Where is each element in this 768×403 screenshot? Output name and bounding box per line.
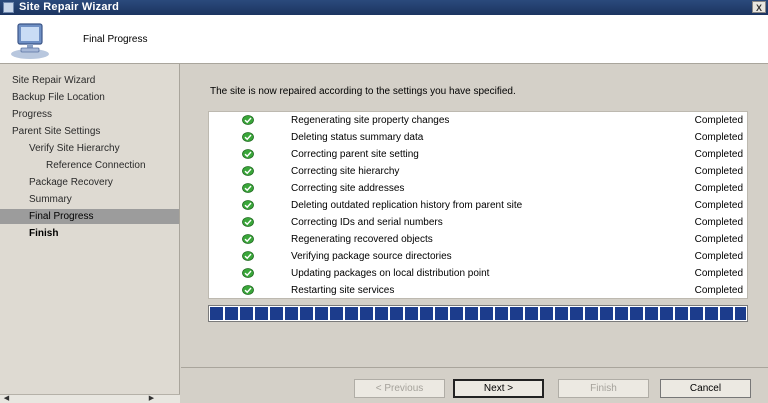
completed-check-icon (242, 166, 254, 176)
task-row: Updating packages on local distribution … (209, 266, 747, 283)
completed-check-icon (242, 183, 254, 193)
task-row: Correcting IDs and serial numbers Complet… (209, 215, 747, 232)
scroll-right-arrow-icon[interactable]: ▶ (147, 395, 156, 403)
completed-check-icon (242, 115, 254, 125)
task-row: Correcting parent site setting Completed (209, 147, 747, 164)
nav-item-parent-site-settings: Parent Site Settings (12, 126, 101, 137)
task-row: Restarting site services Completed (209, 283, 747, 300)
task-name: Correcting parent site setting (291, 149, 419, 160)
task-status: Completed (694, 285, 743, 296)
task-status: Completed (694, 268, 743, 279)
nav-item-finish: Finish (29, 228, 59, 239)
task-row: Deleting status summary data Completed (209, 130, 747, 147)
nav-item-package-recovery: Package Recovery (29, 177, 113, 188)
completed-check-icon (242, 251, 254, 261)
nav-item-final-progress: Final Progress (0, 209, 179, 224)
wizard-steps-nav: Site Repair Wizard Backup File Location … (0, 64, 180, 403)
task-name: Regenerating recovered objects (291, 234, 433, 245)
task-row: Regenerating recovered objects Completed (209, 232, 747, 249)
sidebar-horizontal-scrollbar[interactable]: ◀ ▶ (0, 394, 180, 403)
task-status: Completed (694, 115, 743, 126)
completed-check-icon (242, 234, 254, 244)
task-status: Completed (694, 234, 743, 245)
task-name: Verifying package source directories (291, 251, 452, 262)
task-status: Completed (694, 166, 743, 177)
task-name: Restarting site services (291, 285, 395, 296)
nav-item-backup-file-location: Backup File Location (12, 92, 105, 103)
window-title: Site Repair Wizard (19, 1, 120, 13)
task-row: Deleting outdated replication history fr… (209, 198, 747, 215)
task-row: Regenerating site property changes Comple… (209, 113, 747, 130)
task-row: Correcting site addresses Completed (209, 181, 747, 198)
scroll-left-arrow-icon[interactable]: ◀ (2, 395, 11, 403)
task-status: Completed (694, 200, 743, 211)
task-name: Deleting status summary data (291, 132, 424, 143)
completed-check-icon (242, 217, 254, 227)
finish-button[interactable]: Finish (558, 379, 649, 398)
computer-icon (11, 23, 49, 59)
progress-bar (208, 305, 748, 322)
task-name: Regenerating site property changes (291, 115, 450, 126)
task-row: Correcting site hierarchy Completed (209, 164, 747, 181)
task-status: Completed (694, 251, 743, 262)
main-content: The site is now repaired according to th… (181, 64, 768, 367)
task-list: Regenerating site property changes Comple… (208, 111, 748, 299)
task-row: Verifying package source directories Comp… (209, 249, 747, 266)
task-status: Completed (694, 217, 743, 228)
app-icon (3, 2, 14, 13)
wizard-footer: < Previous Next > Finish Cancel (181, 367, 768, 403)
task-status: Completed (694, 149, 743, 160)
completed-check-icon (242, 268, 254, 278)
completed-check-icon (242, 200, 254, 210)
task-name: Correcting site hierarchy (291, 166, 400, 177)
task-name: Updating packages on local distribution … (291, 268, 490, 279)
completed-check-icon (242, 149, 254, 159)
cancel-button[interactable]: Cancel (660, 379, 751, 398)
task-status: Completed (694, 183, 743, 194)
completed-check-icon (242, 132, 254, 142)
next-button[interactable]: Next > (453, 379, 544, 398)
completion-message: The site is now repaired according to th… (210, 86, 516, 97)
progress-bar-fill (210, 307, 746, 320)
close-button[interactable]: X (752, 1, 766, 13)
nav-item-summary: Summary (29, 194, 72, 205)
task-name: Deleting outdated replication history fr… (291, 200, 523, 211)
nav-item-site-repair-wizard: Site Repair Wizard (12, 75, 96, 86)
nav-item-progress: Progress (12, 109, 53, 120)
wizard-header: Final Progress (0, 15, 768, 64)
completed-check-icon (242, 285, 254, 295)
nav-item-verify-site-hierarchy: Verify Site Hierarchy (29, 143, 120, 154)
title-bar: Site Repair Wizard X (0, 0, 768, 15)
task-name: Correcting site addresses (291, 183, 405, 194)
page-title: Final Progress (83, 34, 148, 45)
task-status: Completed (694, 132, 743, 143)
previous-button[interactable]: < Previous (354, 379, 445, 398)
task-name: Correcting IDs and serial numbers (291, 217, 443, 228)
